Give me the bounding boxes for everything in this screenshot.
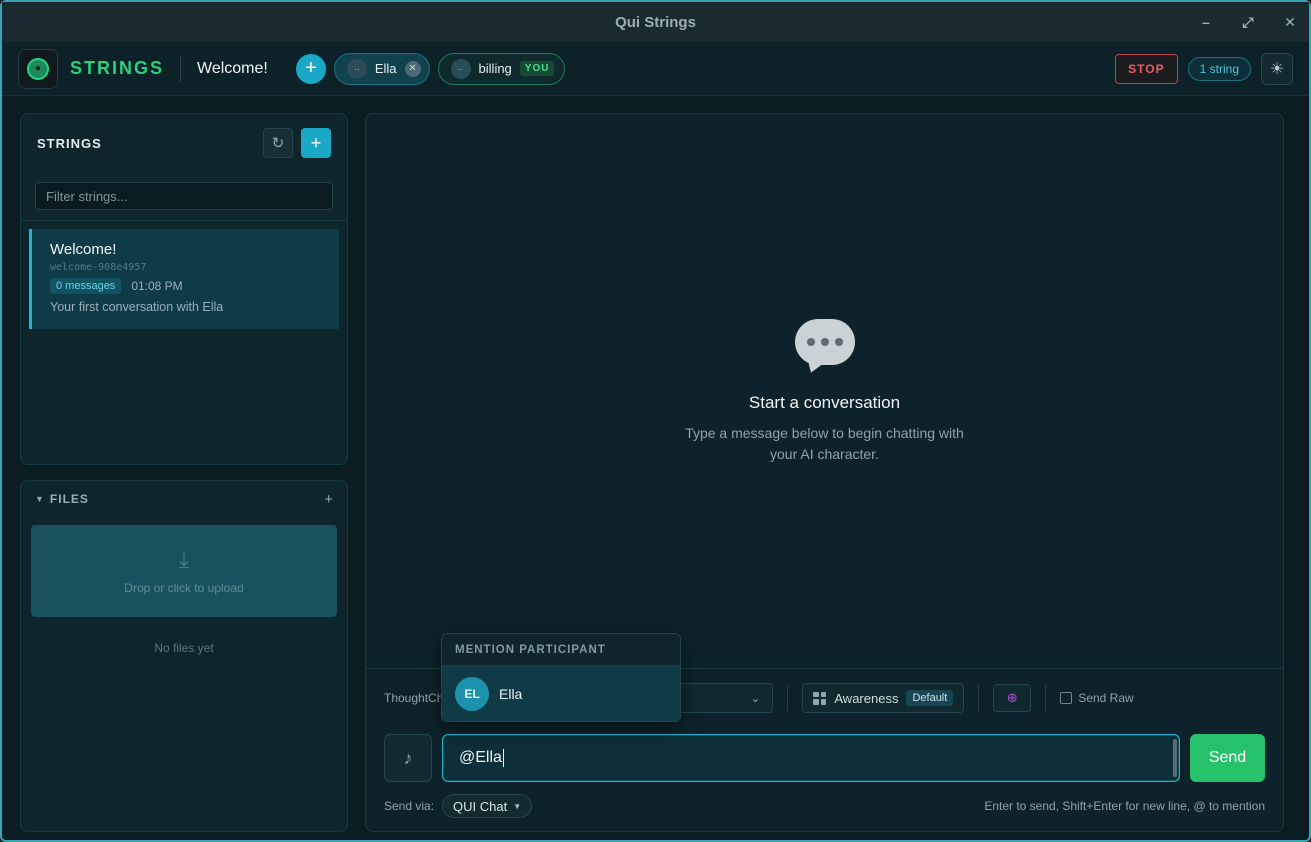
awareness-badge: Default	[906, 690, 954, 706]
message-count-badge: 0 messages	[50, 278, 122, 294]
participant-chip-ella[interactable]: ·· Ella ✕	[333, 52, 430, 85]
participant-avatar: ··	[346, 58, 367, 79]
download-icon: ⤓	[179, 547, 189, 572]
audio-button[interactable]: ♪	[384, 734, 432, 782]
send-via-select[interactable]: QUI Chat ▼	[442, 794, 533, 818]
string-description: Your first conversation with Ella	[50, 300, 224, 314]
window-controls: – ⤢ ✕	[1197, 2, 1299, 42]
brand-name: STRINGS	[70, 58, 165, 78]
send-raw-label: Send Raw	[1078, 691, 1134, 705]
header-actions: STOP 1 string ☀	[1115, 52, 1293, 85]
music-note-icon: ♪	[403, 747, 413, 768]
remove-participant-icon[interactable]: ✕	[404, 60, 421, 77]
options-divider	[787, 685, 789, 711]
stop-button[interactable]: STOP	[1115, 53, 1178, 84]
you-badge: YOU	[519, 61, 555, 76]
strings-panel: STRINGS ↻ + Welcome! welcome-908e4957 0 …	[20, 113, 348, 465]
participant-chip-billing[interactable]: ·· billing YOU	[437, 52, 566, 85]
options-divider	[1045, 685, 1047, 711]
string-meta: 0 messages 01:08 PM	[50, 278, 321, 294]
chat-panel: Start a conversation Type a message belo…	[365, 113, 1284, 832]
strings-panel-actions: ↻ +	[263, 128, 331, 158]
string-count-badge[interactable]: 1 string	[1187, 56, 1251, 81]
inspect-button[interactable]: ⊕	[993, 684, 1032, 712]
options-divider	[978, 685, 980, 711]
files-panel-title: FILES	[49, 492, 89, 506]
dropzone-text: Drop or click to upload	[124, 581, 244, 595]
maximize-icon[interactable]: ⤢	[1239, 14, 1257, 31]
theme-toggle-button[interactable]: ☀	[1261, 52, 1293, 85]
string-list-item[interactable]: Welcome! welcome-908e4957 0 messages 01:…	[29, 229, 339, 329]
add-participant-button[interactable]: +	[295, 53, 326, 84]
send-raw-checkbox[interactable]	[1060, 692, 1073, 704]
refresh-button[interactable]: ↻	[263, 128, 293, 158]
new-string-button[interactable]: +	[301, 128, 331, 158]
plus-icon: +	[310, 132, 322, 153]
app-header: ● STRINGS Welcome! + ·· Ella ✕ ·· billin…	[2, 42, 1309, 96]
composer-input-row: ♪ @Ella Send	[384, 734, 1265, 782]
header-divider	[180, 55, 182, 82]
mention-avatar: EL	[455, 677, 489, 711]
collapse-triangle-icon[interactable]: ▼	[35, 494, 44, 504]
empty-state-title: Start a conversation	[748, 393, 901, 412]
sun-icon: ☀	[1269, 60, 1285, 78]
message-input-value: @Ella	[459, 749, 502, 766]
panel-divider	[21, 220, 347, 221]
string-name: Welcome!	[50, 241, 117, 258]
no-files-text: No files yet	[154, 641, 214, 655]
refresh-icon: ↻	[271, 135, 285, 152]
files-panel: ▼ FILES + ⤓ Drop or click to upload No f…	[20, 480, 348, 832]
app-logo: ●	[18, 48, 58, 89]
filter-strings-input[interactable]	[35, 182, 333, 210]
mention-option-ella[interactable]: EL Ella	[442, 666, 680, 721]
awareness-button[interactable]: Awareness Default	[802, 683, 965, 713]
awareness-label: Awareness	[834, 690, 899, 706]
send-raw-toggle[interactable]: Send Raw	[1060, 691, 1134, 705]
files-panel-header[interactable]: ▼ FILES +	[21, 481, 347, 517]
text-caret	[502, 749, 504, 767]
grid-icon	[813, 691, 827, 705]
minimize-icon[interactable]: –	[1197, 14, 1215, 30]
string-time: 01:08 PM	[131, 279, 183, 293]
participant-name: Ella	[374, 61, 397, 76]
file-dropzone[interactable]: ⤓ Drop or click to upload	[31, 525, 337, 617]
keyboard-hint: Enter to send, Shift+Enter for new line,…	[984, 799, 1265, 813]
mention-popup: MENTION PARTICIPANT EL Ella	[441, 633, 681, 722]
string-slug: welcome-908e4957	[50, 262, 147, 273]
empty-state-subtitle: Type a message below to begin chatting w…	[685, 425, 964, 462]
participant-name: billing	[478, 61, 512, 76]
window-title: Qui Strings	[615, 13, 696, 31]
strings-panel-header: STRINGS ↻ +	[21, 114, 347, 172]
close-icon[interactable]: ✕	[1281, 14, 1299, 31]
send-via-label: Send via:	[384, 799, 435, 813]
thought-label: ThoughtCh	[384, 691, 444, 705]
mention-popup-header: MENTION PARTICIPANT	[442, 634, 680, 666]
empty-state: Start a conversation Type a message belo…	[366, 319, 1283, 465]
logo-icon: ●	[27, 57, 49, 80]
send-button[interactable]: Send	[1190, 734, 1265, 782]
window-titlebar: Qui Strings – ⤢ ✕	[2, 2, 1309, 42]
caret-down-icon: ▼	[513, 801, 522, 811]
mention-name: Ella	[499, 686, 523, 702]
send-via-value: QUI Chat	[453, 798, 508, 814]
current-string-title: Welcome!	[197, 59, 268, 77]
add-file-button[interactable]: +	[324, 491, 333, 508]
message-input[interactable]: @Ella	[442, 734, 1180, 782]
speech-bubble-icon	[794, 319, 855, 365]
composer-footer: Send via: QUI Chat ▼ Enter to send, Shif…	[384, 794, 1265, 818]
magnifier-icon: ⊕	[1006, 690, 1018, 705]
chevron-down-icon: ⌄	[750, 691, 761, 705]
participant-avatar: ··	[450, 58, 471, 79]
strings-panel-title: STRINGS	[37, 135, 102, 151]
input-scrollbar[interactable]	[1173, 739, 1177, 777]
